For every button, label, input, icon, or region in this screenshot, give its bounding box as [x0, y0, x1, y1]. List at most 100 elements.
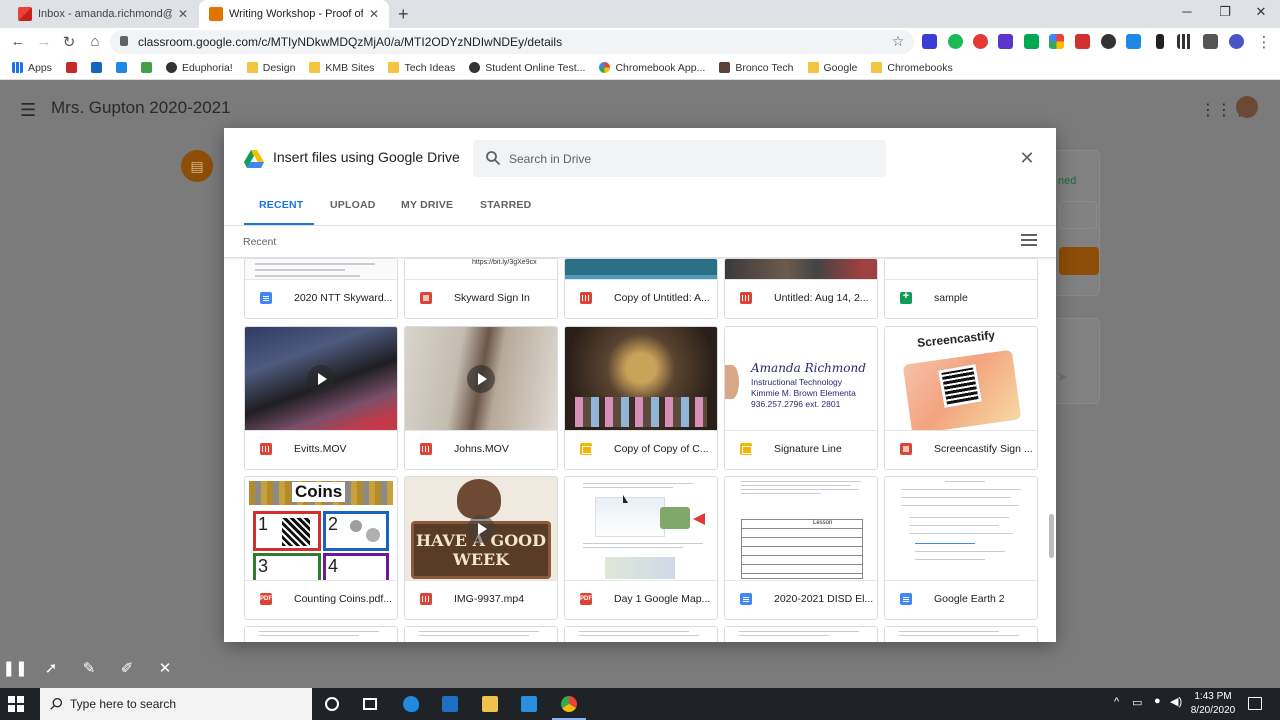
- clock[interactable]: 1:43 PM 8/20/2020: [1188, 690, 1238, 718]
- bookmark-icon-only[interactable]: [115, 62, 127, 73]
- new-tab-button[interactable]: +: [398, 4, 409, 25]
- file-card[interactable]: 2020 NTT Skyward...: [244, 258, 398, 319]
- file-card[interactable]: Amanda Richmond Instructional Technology…: [724, 326, 878, 470]
- microphone-icon[interactable]: [1156, 34, 1164, 49]
- add-work-button[interactable]: [1059, 201, 1097, 229]
- pause-icon[interactable]: ❚❚: [2, 654, 28, 684]
- file-card[interactable]: Evitts.MOV: [244, 326, 398, 470]
- pen-icon[interactable]: ✎: [76, 654, 102, 684]
- highlighter-icon[interactable]: ✐: [114, 654, 140, 684]
- pointer-icon[interactable]: ➚: [38, 654, 64, 684]
- profile-avatar-icon[interactable]: [1229, 34, 1244, 49]
- file-card[interactable]: [244, 626, 398, 642]
- network-icon[interactable]: ▭: [1132, 696, 1142, 709]
- file-card[interactable]: sample: [884, 258, 1038, 319]
- mail-icon[interactable]: [521, 696, 537, 712]
- taskbar-search-box[interactable]: Type here to search: [40, 688, 312, 720]
- bookmark-apps[interactable]: Apps: [12, 62, 52, 74]
- close-tab-icon[interactable]: ✕: [369, 7, 379, 21]
- extension-icon[interactable]: [1049, 34, 1064, 49]
- address-bar[interactable]: classroom.google.com/c/MTIyNDkwMDQzMjA0/…: [110, 30, 914, 54]
- main-menu-icon[interactable]: ☰: [20, 100, 36, 121]
- extension-icon[interactable]: [1024, 34, 1039, 49]
- bookmark-student-online-test[interactable]: Student Online Test...: [469, 62, 585, 74]
- bookmark-chromebook-app[interactable]: Chromebook App...: [599, 62, 705, 74]
- maximize-button[interactable]: ❐: [1210, 4, 1240, 20]
- forward-button[interactable]: →: [34, 33, 54, 50]
- back-button[interactable]: ←: [8, 33, 28, 50]
- file-card[interactable]: Copy of Copy of C...: [564, 326, 718, 470]
- chrome-icon[interactable]: [561, 696, 577, 712]
- edge-icon[interactable]: [403, 696, 419, 712]
- tab-recent[interactable]: RECENT: [259, 199, 303, 211]
- bookmark-kmb-sites[interactable]: KMB Sites: [309, 62, 374, 74]
- bookmark-google[interactable]: Google: [807, 62, 857, 74]
- bookmark-design[interactable]: Design: [246, 62, 295, 74]
- store-icon[interactable]: [442, 696, 458, 712]
- windows-start-icon[interactable]: [8, 696, 24, 712]
- file-card[interactable]: Google Earth 2: [884, 476, 1038, 620]
- extension-icon[interactable]: [922, 34, 937, 49]
- bookmark-icon-only[interactable]: [90, 62, 102, 73]
- drive-search-box[interactable]: [473, 140, 886, 177]
- avatar[interactable]: [1236, 96, 1258, 118]
- extension-icon[interactable]: [1075, 34, 1090, 49]
- extensions-puzzle-icon[interactable]: [1203, 34, 1218, 49]
- file-card[interactable]: [884, 626, 1038, 642]
- file-explorer-icon[interactable]: [482, 696, 498, 712]
- wifi-bookmark-icon: [90, 62, 102, 73]
- chrome-menu-icon[interactable]: ⋮: [1254, 33, 1274, 51]
- file-card[interactable]: https://bit.ly/3gXe9cx Skyward Sign In: [404, 258, 558, 319]
- file-card[interactable]: Coins 1 2 3 4 PDF Counting Coins.pdf...: [244, 476, 398, 620]
- file-card[interactable]: HAVE A GOOD WEEK IMG-9937.mp4: [404, 476, 558, 620]
- file-card[interactable]: Copy of Untitled: A...: [564, 258, 718, 319]
- close-icon[interactable]: ✕: [152, 654, 178, 684]
- tab-starred[interactable]: STARRED: [480, 199, 531, 211]
- close-tab-icon[interactable]: ✕: [178, 7, 188, 21]
- extension-icon[interactable]: [1126, 34, 1141, 49]
- file-card[interactable]: PDF Day 1 Google Map...: [564, 476, 718, 620]
- browser-tab-gmail[interactable]: Inbox - amanda.richmond@dayt ✕: [8, 0, 198, 28]
- send-icon[interactable]: ➤: [1057, 369, 1068, 385]
- home-button[interactable]: ⌂: [85, 33, 105, 50]
- bookmark-tech-ideas[interactable]: Tech Ideas: [388, 62, 455, 74]
- bookmark-chromebooks[interactable]: Chromebooks: [871, 62, 953, 74]
- volume-icon[interactable]: ◀): [1170, 695, 1182, 708]
- bookmark-star-icon[interactable]: ☆: [888, 33, 908, 50]
- notifications-icon[interactable]: [1248, 697, 1262, 710]
- folder-icon: [388, 62, 400, 73]
- file-card[interactable]: [724, 626, 878, 642]
- extension-icon[interactable]: [973, 34, 988, 49]
- close-icon[interactable]: ✕: [1018, 148, 1036, 169]
- bookmark-eduphoria[interactable]: Eduphoria!: [165, 62, 233, 74]
- mark-done-button[interactable]: [1059, 247, 1099, 275]
- file-name: Signature Line: [774, 443, 842, 455]
- bookmark-bronco-tech[interactable]: Bronco Tech: [719, 62, 794, 74]
- minimize-button[interactable]: ─: [1172, 4, 1202, 19]
- file-card[interactable]: Johns.MOV: [404, 326, 558, 470]
- scrollbar[interactable]: [1049, 514, 1054, 558]
- file-card[interactable]: Screencastify Screencastify Sign ...: [884, 326, 1038, 470]
- file-card[interactable]: Lesson 2020-2021 DISD El...: [724, 476, 878, 620]
- close-window-button[interactable]: ✕: [1246, 4, 1276, 20]
- microphone-icon[interactable]: ●: [1154, 695, 1161, 707]
- file-card[interactable]: [564, 626, 718, 642]
- search-input[interactable]: [509, 140, 869, 177]
- browser-tab-classroom[interactable]: Writing Workshop - Proof of Lea ✕: [199, 0, 389, 28]
- extension-icon[interactable]: [948, 34, 963, 49]
- tab-upload[interactable]: UPLOAD: [330, 199, 376, 211]
- task-view-icon[interactable]: [363, 698, 377, 710]
- list-view-icon[interactable]: [1021, 234, 1037, 246]
- reload-button[interactable]: ↻: [59, 33, 79, 51]
- file-card[interactable]: [404, 626, 558, 642]
- qr-code-icon[interactable]: [1177, 34, 1192, 49]
- chevron-up-icon[interactable]: ^: [1114, 696, 1119, 708]
- extension-icon[interactable]: [1101, 34, 1116, 49]
- bookmark-icon-only[interactable]: [65, 62, 77, 73]
- tab-my-drive[interactable]: MY DRIVE: [401, 199, 453, 211]
- lock-icon[interactable]: [120, 36, 128, 46]
- file-card[interactable]: Untitled: Aug 14, 2...: [724, 258, 878, 319]
- bookmark-icon-only[interactable]: [140, 62, 152, 73]
- cortana-icon[interactable]: [325, 697, 339, 711]
- extension-icon[interactable]: [998, 34, 1013, 49]
